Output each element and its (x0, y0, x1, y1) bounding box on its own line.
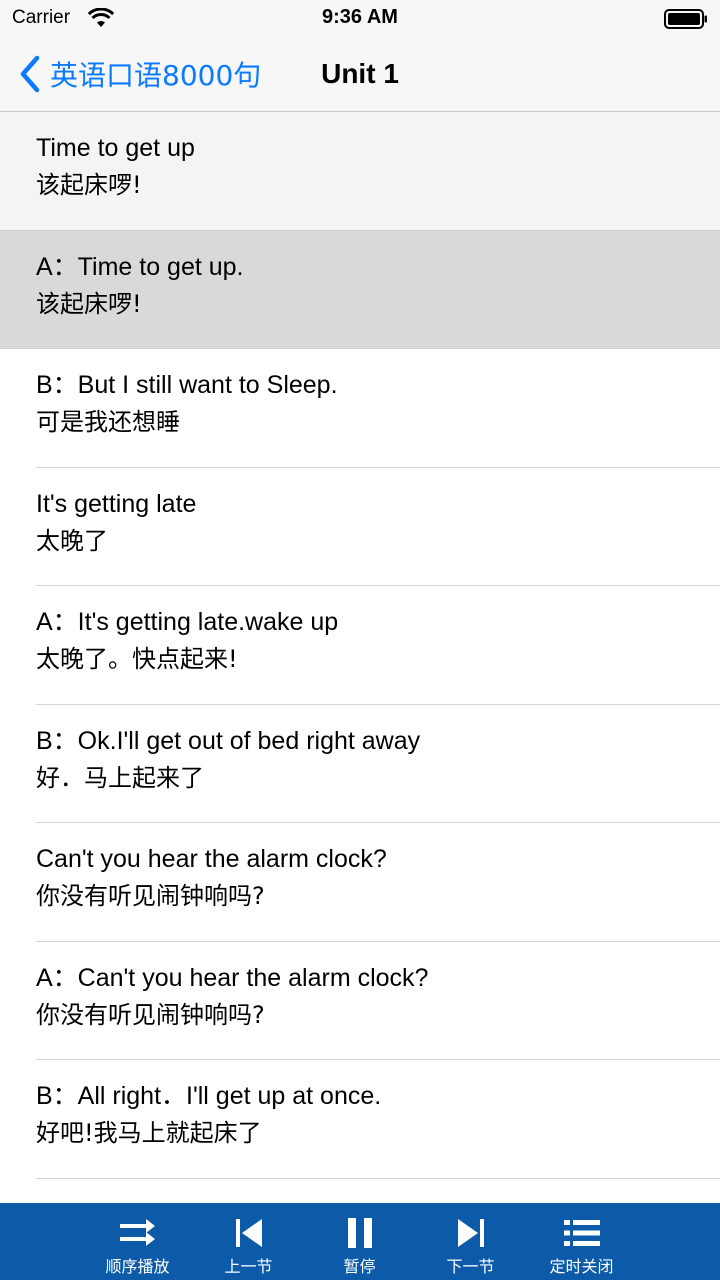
chinese-translation: 你没有听见闹钟响吗? (36, 882, 265, 910)
next-section-button[interactable]: 下一节 (415, 1203, 526, 1280)
row-divider (36, 1177, 720, 1179)
list-icon (563, 1220, 600, 1246)
list-item[interactable]: It's getting late 太晚了 (0, 467, 720, 586)
timer-off-label: 定时关闭 (549, 1257, 614, 1276)
list-item[interactable]: Can't you hear the alarm clock? 你没有听见闹钟响… (0, 823, 720, 942)
list-item[interactable]: A：It's getting late.wake up 太晚了。快点起来! (0, 586, 720, 705)
playback-toolbar: 顺序播放 上一节 暂停 下一节 定时关闭 (0, 1203, 720, 1280)
navigation-bar: 英语口语8000句 Unit 1 (0, 40, 720, 112)
skip-next-icon (457, 1219, 484, 1247)
skip-previous-icon (235, 1219, 262, 1247)
previous-section-button[interactable]: 上一节 (193, 1203, 304, 1280)
status-time: 9:36 AM (322, 6, 398, 28)
timer-off-button[interactable]: 定时关闭 (526, 1203, 637, 1280)
battery-icon (664, 9, 707, 29)
page-title: Unit 1 (321, 58, 399, 89)
chinese-translation: 好．马上起来了 (36, 763, 204, 792)
pause-button[interactable]: 暂停 (304, 1203, 415, 1280)
english-sentence: A：Can't you hear the alarm clock? (36, 963, 429, 992)
chinese-translation: 该起床啰! (36, 171, 142, 199)
chinese-translation: 你没有听见闹钟响吗? (36, 1000, 265, 1029)
list-item[interactable]: Time to get up 该起床啰! (0, 112, 720, 231)
english-sentence: B：Ok.I'll get out of bed right away (36, 726, 421, 755)
english-sentence: Can't you hear the alarm clock? (36, 845, 387, 873)
status-bar: Carrier 9:36 AM (0, 0, 720, 40)
list-item-selected[interactable]: A：Time to get up. 该起床啰! (0, 230, 720, 349)
english-sentence: It's getting late (36, 489, 197, 518)
list-item[interactable]: B：All right．I'll get up at once. 好吧!我马上就… (0, 1060, 720, 1179)
english-sentence: A：It's getting late.wake up (36, 608, 339, 636)
next-section-label: 下一节 (446, 1257, 495, 1276)
list-item[interactable]: B：Ok.I'll get out of bed right away 好．马上… (0, 704, 720, 823)
previous-section-label: 上一节 (224, 1257, 273, 1276)
sequence-play-button[interactable]: 顺序播放 (82, 1203, 193, 1280)
list-item[interactable]: A：Can't you hear the alarm clock? 你没有听见闹… (0, 941, 720, 1060)
sequence-play-label: 顺序播放 (105, 1257, 170, 1276)
english-sentence: A：Time to get up. (36, 252, 244, 281)
pause-icon (347, 1218, 372, 1248)
sentence-list[interactable]: Time to get up 该起床啰! A：Time to get up. 该… (0, 112, 720, 1202)
sequence-play-icon (119, 1219, 155, 1246)
chinese-translation: 该起床啰! (36, 289, 142, 318)
english-sentence: B：All right．I'll get up at once. (36, 1082, 382, 1110)
chinese-translation: 太晚了。快点起来! (36, 645, 238, 673)
chinese-translation: 可是我还想睡 (36, 408, 180, 436)
pause-label: 暂停 (343, 1257, 376, 1276)
chinese-translation: 好吧!我马上就起床了 (36, 1119, 262, 1147)
chinese-translation: 太晚了 (36, 526, 108, 555)
list-item[interactable]: B：But I still want to Sleep. 可是我还想睡 (0, 349, 720, 468)
english-sentence: Time to get up (36, 134, 195, 162)
english-sentence: B：But I still want to Sleep. (36, 371, 338, 399)
